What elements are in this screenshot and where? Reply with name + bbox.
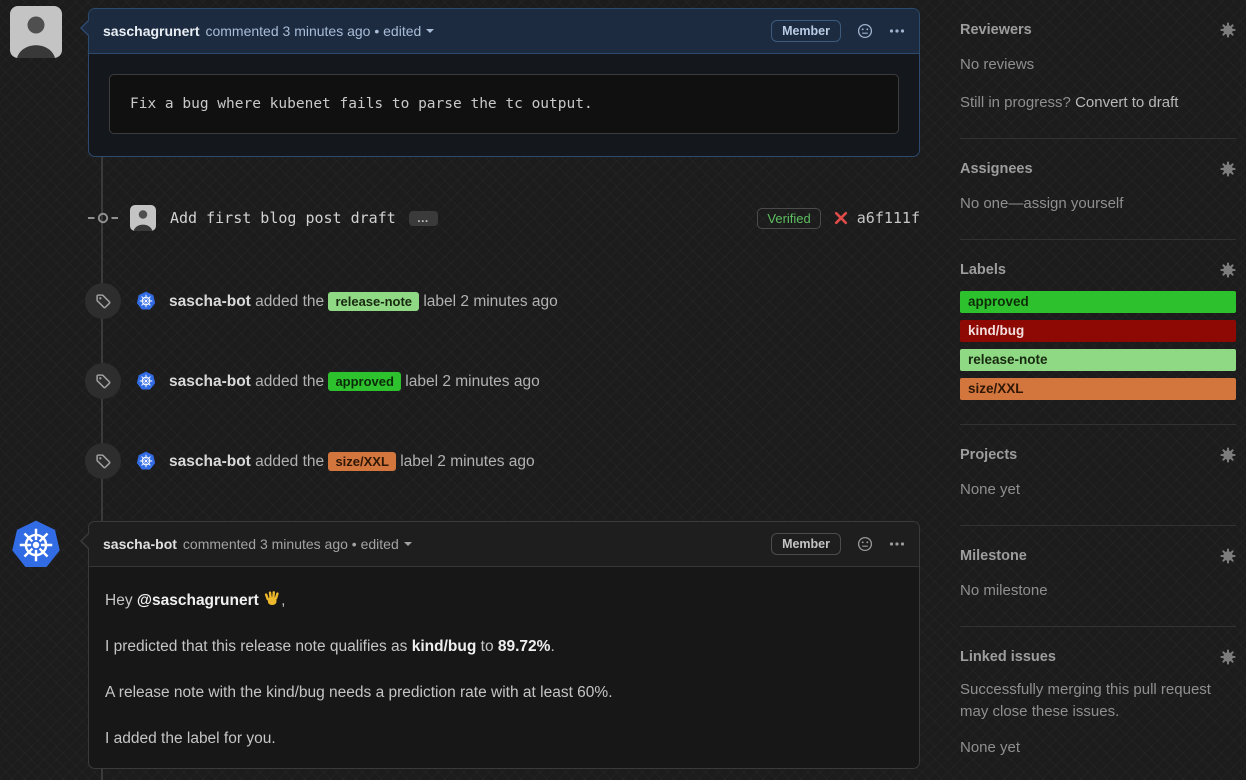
milestone-title: Milestone	[960, 548, 1027, 564]
comment-author-link[interactable]: saschagrunert	[103, 23, 199, 39]
pr-conversation-page: saschagrunert commented 3 minutes ago • …	[0, 0, 1246, 780]
wave-emoji	[263, 590, 281, 608]
tag-icon	[85, 283, 121, 319]
linked-issues-empty: None yet	[960, 737, 1236, 759]
comment-saschagrunert: saschagrunert commented 3 minutes ago • …	[88, 8, 920, 157]
commit-author-avatar[interactable]	[130, 205, 156, 231]
avatar-saschagrunert[interactable]	[10, 6, 62, 58]
commit-entry: Add first blog post draft … Verified a6f…	[88, 198, 920, 238]
event-label-added: sascha-bot added the approved label 2 mi…	[85, 361, 925, 401]
mention-link[interactable]: @saschagrunert	[137, 592, 259, 609]
sascha-bot-avatar[interactable]	[136, 451, 156, 471]
event-label-added: sascha-bot added the release-note label …	[85, 281, 925, 321]
chevron-down-icon[interactable]	[426, 29, 434, 37]
projects-title: Projects	[960, 447, 1017, 463]
event-text: sascha-bot added the release-note label …	[169, 292, 558, 311]
event-text: sascha-bot added the size/XXL label 2 mi…	[169, 452, 535, 471]
sidebar-section-linked-issues: Linked issues Successfully merging this …	[960, 627, 1236, 780]
gear-icon[interactable]	[1220, 548, 1236, 564]
comment-meta: commented 3 minutes ago • edited	[183, 536, 399, 552]
label-chip[interactable]: approved	[328, 372, 401, 391]
verified-badge[interactable]: Verified	[757, 208, 820, 229]
event-text: sascha-bot added the approved label 2 mi…	[169, 372, 540, 391]
commit-icon	[88, 210, 118, 226]
sidebar-section-milestone: Milestone No milestone	[960, 526, 1236, 627]
assignees-empty[interactable]: No one—assign yourself	[960, 193, 1236, 215]
gear-icon[interactable]	[1220, 447, 1236, 463]
comment-body: Hey @saschagrunert , I predicted that th…	[89, 567, 919, 769]
comment-body: Fix a bug where kubenet fails to parse t…	[89, 54, 919, 154]
pr-sidebar: Reviewers No reviews Still in progress? …	[960, 0, 1236, 780]
release-note-code-block: Fix a bug where kubenet fails to parse t…	[109, 74, 899, 134]
gear-icon[interactable]	[1220, 22, 1236, 38]
event-actor-link[interactable]: sascha-bot	[169, 373, 251, 390]
sidebar-section-reviewers: Reviewers No reviews Still in progress? …	[960, 0, 1236, 139]
kebab-menu-icon[interactable]	[889, 536, 905, 552]
comment-header: sascha-bot commented 3 minutes ago • edi…	[89, 522, 919, 567]
added-label-paragraph: I added the label for you.	[105, 727, 903, 750]
convert-to-draft-row: Still in progress? Convert to draft	[960, 92, 1236, 114]
event-actor-link[interactable]: sascha-bot	[169, 293, 251, 310]
sidebar-label[interactable]: approved	[960, 291, 1236, 313]
sidebar-label[interactable]: release-note	[960, 349, 1236, 371]
commit-message-link[interactable]: Add first blog post draft	[170, 209, 396, 227]
comment-meta: commented 3 minutes ago • edited	[205, 23, 421, 39]
gear-icon[interactable]	[1220, 649, 1236, 665]
chevron-down-icon[interactable]	[404, 542, 412, 550]
milestone-empty: No milestone	[960, 580, 1236, 602]
projects-empty: None yet	[960, 479, 1236, 501]
sidebar-section-assignees: Assignees No one—assign yourself	[960, 139, 1236, 240]
sascha-bot-avatar[interactable]	[136, 371, 156, 391]
member-badge: Member	[771, 533, 841, 555]
prediction-paragraph: I predicted that this release note quali…	[105, 635, 903, 658]
sidebar-label[interactable]: kind/bug	[960, 320, 1236, 342]
gear-icon[interactable]	[1220, 262, 1236, 278]
status-failed-x-icon[interactable]	[834, 211, 848, 225]
tag-icon	[85, 363, 121, 399]
commit-expand-button[interactable]: …	[409, 211, 438, 226]
sidebar-section-labels: Labels approved kind/bug release-note si…	[960, 240, 1236, 425]
label-chip[interactable]: size/XXL	[328, 452, 395, 471]
emoji-reaction-icon[interactable]	[857, 536, 873, 552]
convert-to-draft-link[interactable]: Convert to draft	[1075, 94, 1178, 111]
linked-issues-description: Successfully merging this pull request m…	[960, 679, 1236, 723]
sascha-bot-avatar[interactable]	[136, 291, 156, 311]
member-badge: Member	[771, 20, 841, 42]
event-label-added: sascha-bot added the size/XXL label 2 mi…	[85, 441, 925, 481]
greeting-paragraph: Hey @saschagrunert ,	[105, 589, 903, 612]
comment-tail	[74, 533, 90, 549]
gear-icon[interactable]	[1220, 161, 1236, 177]
sascha-bot-avatar-large[interactable]	[10, 519, 62, 571]
kebab-menu-icon[interactable]	[889, 23, 905, 39]
comment-author-link[interactable]: sascha-bot	[103, 536, 177, 552]
threshold-paragraph: A release note with the kind/bug needs a…	[105, 681, 903, 704]
assignees-title: Assignees	[960, 161, 1033, 177]
label-chip[interactable]: release-note	[328, 292, 419, 311]
tag-icon	[85, 443, 121, 479]
labels-title: Labels	[960, 262, 1006, 278]
comment-header: saschagrunert commented 3 minutes ago • …	[89, 9, 919, 54]
linked-issues-title: Linked issues	[960, 649, 1056, 665]
sidebar-label[interactable]: size/XXL	[960, 378, 1236, 400]
reviewers-empty: No reviews	[960, 54, 1236, 76]
comment-tail	[74, 20, 90, 36]
comment-sascha-bot: sascha-bot commented 3 minutes ago • edi…	[88, 521, 920, 769]
emoji-reaction-icon[interactable]	[857, 23, 873, 39]
reviewers-title: Reviewers	[960, 22, 1032, 38]
commit-hash-link[interactable]: a6f111f	[857, 209, 920, 227]
event-actor-link[interactable]: sascha-bot	[169, 453, 251, 470]
sidebar-section-projects: Projects None yet	[960, 425, 1236, 526]
